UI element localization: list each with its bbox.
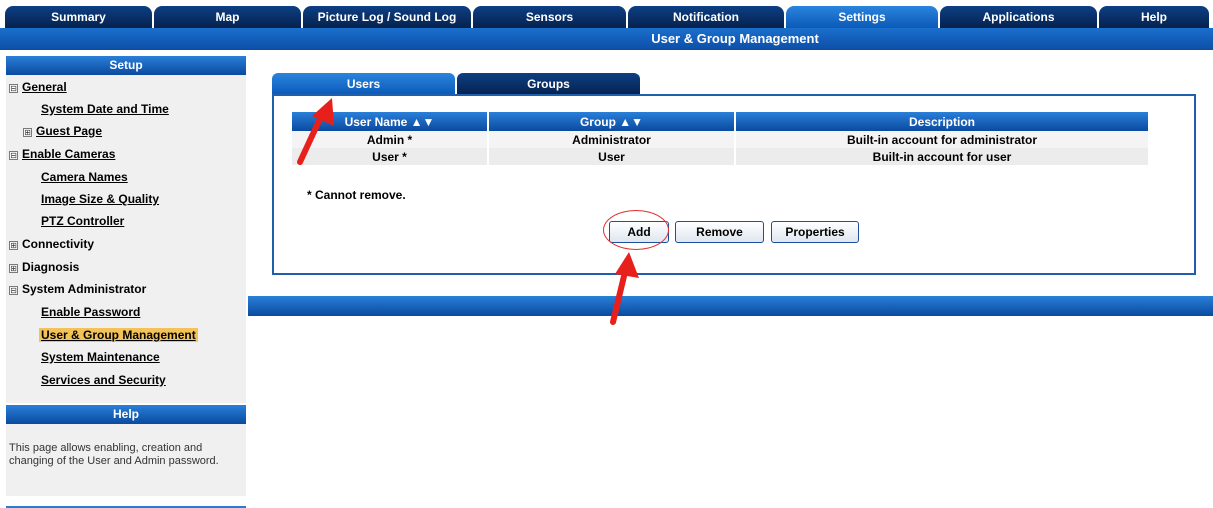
- cell-user-name[interactable]: Admin *: [292, 131, 489, 148]
- sidebar-item-label[interactable]: Enable Password: [41, 305, 140, 319]
- sidebar-item-label[interactable]: Enable Cameras: [22, 147, 115, 161]
- sidebar-setup-heading: Setup: [6, 56, 246, 75]
- sidebar-item-label[interactable]: Image Size & Quality: [41, 192, 159, 206]
- sidebar-item-label[interactable]: Diagnosis: [22, 260, 79, 274]
- sidebar-item-label[interactable]: Services and Security: [41, 373, 166, 387]
- cell-group[interactable]: Administrator: [488, 131, 736, 148]
- nav-tab-notification[interactable]: Notification: [628, 6, 784, 28]
- sidebar-help-heading: Help: [6, 405, 246, 424]
- collapse-icon[interactable]: ⊟: [9, 286, 18, 295]
- cell-group[interactable]: User: [488, 148, 736, 165]
- cell-description[interactable]: Built-in account for user: [735, 148, 1148, 165]
- sidebar: Setup ⊟ General System Date and Time ⊞ Gue…: [6, 56, 246, 508]
- sidebar-item-guest-page[interactable]: ⊞ Guest Page: [6, 120, 246, 142]
- collapse-icon[interactable]: ⊟: [9, 151, 18, 160]
- cannot-remove-note: * Cannot remove.: [307, 188, 406, 202]
- column-header-group[interactable]: Group ▲▼: [488, 112, 736, 131]
- sidebar-item-camera-names[interactable]: Camera Names: [6, 166, 246, 188]
- tab-groups[interactable]: Groups: [457, 73, 640, 95]
- sidebar-item-system-date-time[interactable]: System Date and Time: [6, 98, 246, 120]
- remove-button[interactable]: Remove: [675, 221, 764, 243]
- nav-tab-sensors[interactable]: Sensors: [473, 6, 626, 28]
- sidebar-item-general[interactable]: ⊟ General: [6, 76, 246, 98]
- expand-icon[interactable]: ⊞: [9, 264, 18, 273]
- sidebar-item-image-size-quality[interactable]: Image Size & Quality: [6, 188, 246, 210]
- sidebar-item-connectivity[interactable]: ⊞ Connectivity: [6, 233, 246, 255]
- sidebar-help-panel: This page allows enabling, creation and …: [6, 424, 246, 496]
- sidebar-item-label[interactable]: Camera Names: [41, 170, 128, 184]
- nav-tab-settings[interactable]: Settings: [786, 6, 938, 28]
- sidebar-item-label[interactable]: General: [22, 80, 67, 94]
- add-button[interactable]: Add: [609, 221, 669, 243]
- column-header-description[interactable]: Description: [735, 112, 1148, 131]
- table-row[interactable]: User * User Built-in account for user: [292, 148, 1148, 165]
- sidebar-item-diagnosis[interactable]: ⊞ Diagnosis: [6, 256, 246, 278]
- nav-tab-picture-log[interactable]: Picture Log / Sound Log: [303, 6, 471, 28]
- properties-button[interactable]: Properties: [771, 221, 859, 243]
- sidebar-item-label[interactable]: System Date and Time: [41, 102, 169, 116]
- page-title: User & Group Management: [651, 31, 819, 46]
- cell-user-name[interactable]: User *: [292, 148, 489, 165]
- help-text: This page allows enabling, creation and …: [9, 442, 219, 467]
- sidebar-item-enable-cameras[interactable]: ⊟ Enable Cameras: [6, 143, 246, 165]
- sidebar-item-label[interactable]: Guest Page: [36, 124, 102, 138]
- nav-tab-summary[interactable]: Summary: [5, 6, 152, 28]
- table-row[interactable]: Admin * Administrator Built-in account f…: [292, 131, 1148, 148]
- nav-tab-help[interactable]: Help: [1099, 6, 1209, 28]
- sidebar-item-ptz-controller[interactable]: PTZ Controller: [6, 210, 246, 232]
- cell-description[interactable]: Built-in account for administrator: [735, 131, 1148, 148]
- expand-icon[interactable]: ⊞: [23, 128, 32, 137]
- sidebar-item-enable-password[interactable]: Enable Password: [6, 301, 246, 323]
- users-panel: User Name ▲▼ Group ▲▼ Description Admin …: [272, 94, 1196, 275]
- top-navigation: Summary Map Picture Log / Sound Log Sens…: [0, 0, 1213, 28]
- sidebar-item-system-maintenance[interactable]: System Maintenance: [6, 346, 246, 368]
- nav-tab-applications[interactable]: Applications: [940, 6, 1097, 28]
- nav-tab-map[interactable]: Map: [154, 6, 301, 28]
- sidebar-item-label[interactable]: Connectivity: [22, 237, 94, 251]
- table-header-row: User Name ▲▼ Group ▲▼ Description: [292, 112, 1148, 131]
- expand-icon[interactable]: ⊞: [9, 241, 18, 250]
- sidebar-item-label[interactable]: PTZ Controller: [41, 214, 124, 228]
- sidebar-item-label[interactable]: User & Group Management: [39, 328, 198, 342]
- column-header-user-name[interactable]: User Name ▲▼: [292, 112, 489, 131]
- tab-users[interactable]: Users: [272, 73, 455, 95]
- sidebar-item-services-security[interactable]: Services and Security: [6, 369, 246, 391]
- sidebar-item-label[interactable]: System Maintenance: [41, 350, 160, 364]
- sidebar-menu: ⊟ General System Date and Time ⊞ Guest Pag…: [6, 75, 246, 403]
- users-table: User Name ▲▼ Group ▲▼ Description Admin …: [292, 112, 1148, 165]
- collapse-icon[interactable]: ⊟: [9, 84, 18, 93]
- sidebar-item-system-administrator[interactable]: ⊟ System Administrator: [6, 278, 246, 300]
- main-footer-bar: [248, 296, 1213, 316]
- sidebar-item-user-group-management[interactable]: User & Group Management: [6, 324, 246, 346]
- sidebar-item-label[interactable]: System Administrator: [22, 282, 146, 296]
- page-header-bar: User & Group Management: [0, 28, 1213, 50]
